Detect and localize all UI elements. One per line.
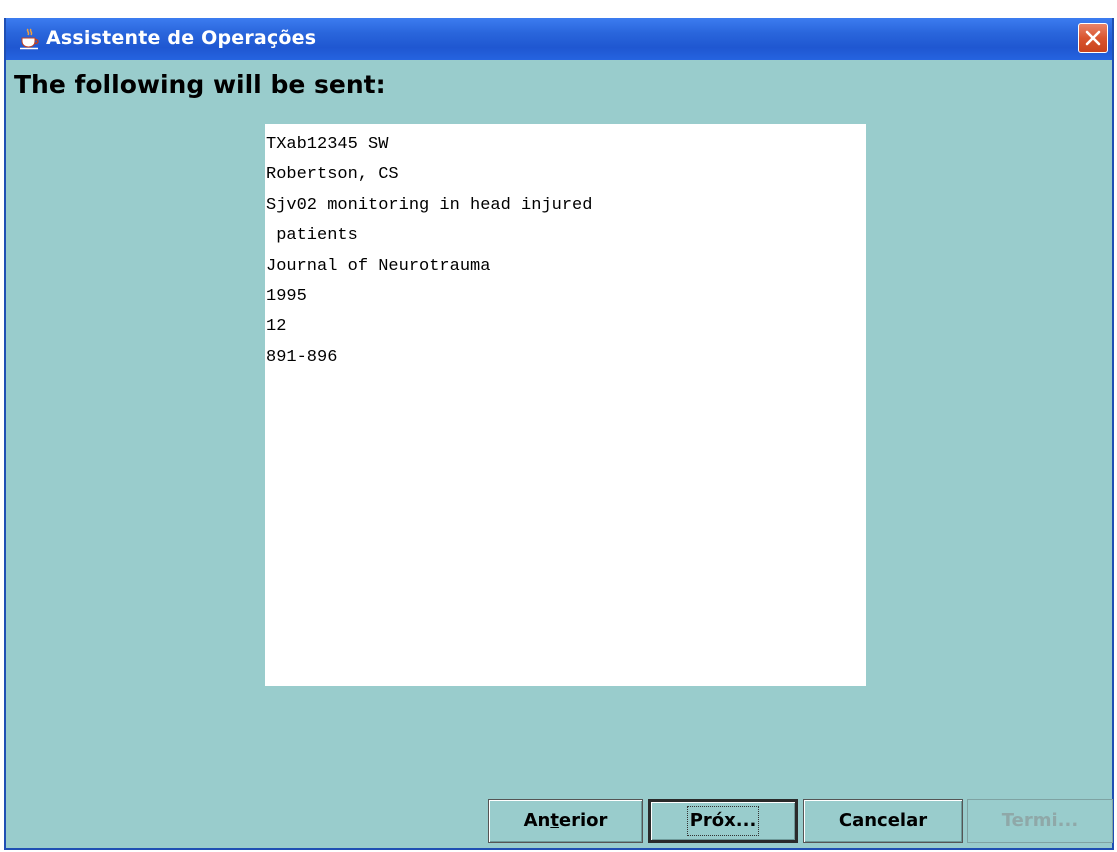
close-button[interactable] bbox=[1078, 23, 1108, 53]
text-line: 1995 bbox=[266, 286, 307, 306]
next-button[interactable]: Próx... bbox=[648, 799, 798, 843]
back-label-mnemonic: t bbox=[550, 810, 559, 831]
summary-text-area[interactable]: TXab12345 SW Robertson, CS Sjv02 monitor… bbox=[265, 124, 866, 686]
finish-button: Termi... bbox=[967, 799, 1113, 843]
back-button[interactable]: Anterior bbox=[488, 799, 643, 843]
close-icon bbox=[1085, 30, 1101, 46]
text-line: Robertson, CS bbox=[266, 165, 399, 185]
text-line: patients bbox=[266, 226, 358, 246]
java-coffee-cup-icon bbox=[20, 28, 39, 50]
title-bar[interactable]: Assistente de Operações bbox=[6, 18, 1112, 60]
window-title: Assistente de Operações bbox=[46, 27, 317, 49]
back-label-end: erior bbox=[558, 810, 608, 831]
text-line: Sjv02 monitoring in head injured bbox=[266, 195, 593, 215]
text-line: Journal of Neurotrauma bbox=[266, 256, 491, 276]
text-line: 12 bbox=[266, 317, 287, 337]
finish-button-label: Termi... bbox=[1001, 810, 1079, 831]
wizard-window: Assistente de Operações The following wi… bbox=[4, 18, 1114, 850]
text-line: TXab12345 SW bbox=[266, 135, 389, 154]
text-line: 891-896 bbox=[266, 347, 338, 367]
back-label-start: An bbox=[523, 810, 551, 831]
cancel-button-label: Cancelar bbox=[838, 810, 928, 831]
page-heading: The following will be sent: bbox=[14, 70, 386, 99]
cancel-button[interactable]: Cancelar bbox=[803, 799, 963, 843]
next-button-label: Próx... bbox=[686, 806, 760, 836]
